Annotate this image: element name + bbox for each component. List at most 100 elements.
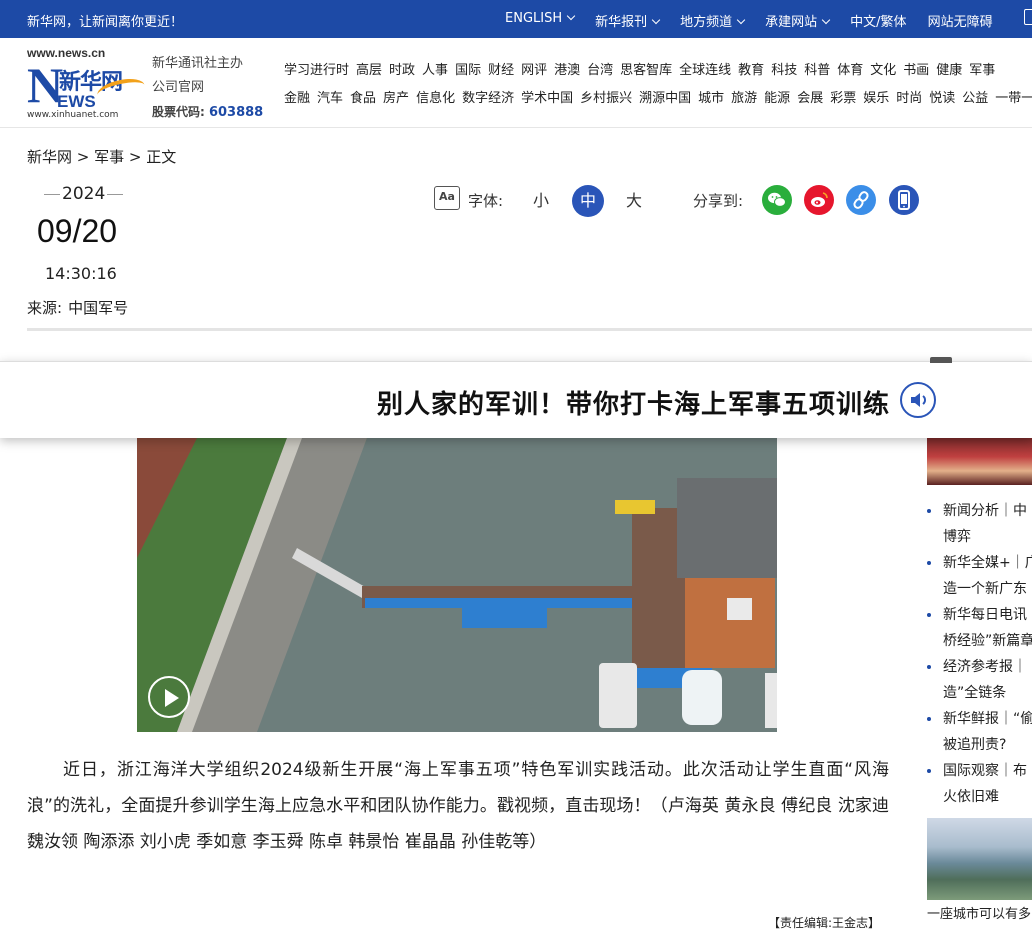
- right-sidebar: 新闻分析｜中 博弈 新华全媒+｜广 造一个新广东 新华每日电讯 桥经验”新篇章 经济参考报｜…: [927, 438, 1032, 947]
- channel-link[interactable]: 一带一: [995, 91, 1032, 106]
- sidebar-thumbnail-caption[interactable]: 一座城市可以有多: [927, 903, 1031, 922]
- channel-link[interactable]: 全球连线: [679, 63, 731, 78]
- sidebar-news-item[interactable]: 国际观察｜布 火依旧难: [927, 758, 1032, 810]
- share-label: 分享到:: [693, 192, 744, 210]
- channel-link[interactable]: 乡村振兴: [580, 91, 632, 106]
- breadcrumb: 新华网 > 军事 > 正文: [27, 146, 176, 167]
- channel-link[interactable]: 港澳: [554, 63, 580, 78]
- video-player[interactable]: [137, 438, 777, 732]
- sidebar-news-line2: 造”全链条: [943, 685, 1007, 701]
- channel-link[interactable]: 房产: [383, 91, 409, 106]
- xinhua-logo[interactable]: www.news.cn N 新华网 EWS www.xinhuanet.com: [27, 46, 147, 122]
- sidebar-news-line1: 新华全媒+｜广: [943, 555, 1032, 571]
- channel-link[interactable]: 教育: [738, 63, 764, 78]
- publish-date: 09/20: [37, 213, 118, 249]
- site-slogan: 新华网，让新闻离你更近！: [27, 15, 184, 30]
- sidebar-news-line2: 桥经验”新篇章: [943, 633, 1032, 649]
- channel-link[interactable]: 军事: [969, 63, 995, 78]
- link-icon[interactable]: [846, 185, 876, 215]
- sticky-tab: [930, 357, 952, 363]
- channel-link[interactable]: 国际: [455, 63, 481, 78]
- sidebar-news-item[interactable]: 新华每日电讯 桥经验”新篇章: [927, 602, 1032, 654]
- org-line1: 新华通讯社主办: [152, 56, 244, 71]
- stock-label: 股票代码:: [152, 105, 205, 119]
- play-button[interactable]: [148, 676, 190, 718]
- top-link-newspapers[interactable]: 新华报刊: [595, 11, 661, 30]
- responsible-editor: 【责任编辑:王金志】: [768, 916, 881, 930]
- font-large-button[interactable]: 大: [618, 185, 650, 217]
- channel-link[interactable]: 财经: [488, 63, 514, 78]
- org-line2: 公司官网: [152, 80, 205, 95]
- breadcrumb-home[interactable]: 新华网: [27, 148, 72, 166]
- sidebar-news-item[interactable]: 经济参考报｜ 造”全链条: [927, 654, 1032, 706]
- channel-link[interactable]: 网评: [521, 63, 547, 78]
- channel-link[interactable]: 能源: [764, 91, 790, 106]
- top-link-accessibility[interactable]: 网站无障碍: [928, 11, 993, 30]
- site-header: www.news.cn N 新华网 EWS www.xinhuanet.com …: [0, 38, 1032, 128]
- breadcrumb-section[interactable]: 军事: [94, 148, 124, 166]
- channel-link[interactable]: 时尚: [896, 91, 922, 106]
- sticky-headline-bar: 别人家的军训！带你打卡海上军事五项训练: [0, 357, 1032, 438]
- channel-link[interactable]: 彩票: [830, 91, 856, 106]
- channel-link[interactable]: 食品: [350, 91, 376, 106]
- channel-link[interactable]: 高层: [356, 63, 382, 78]
- font-small-button[interactable]: 小: [525, 185, 557, 217]
- source-label: 来源:: [27, 299, 63, 317]
- sidebar-thumbnail[interactable]: [927, 438, 1032, 485]
- channel-link[interactable]: 溯源中国: [639, 91, 691, 106]
- top-link-local-label: 地方频道: [680, 15, 733, 30]
- channel-link[interactable]: 人事: [422, 63, 448, 78]
- channel-link[interactable]: 学术中国: [521, 91, 573, 106]
- breadcrumb-separator: >: [72, 148, 95, 166]
- channel-link[interactable]: 信息化: [416, 91, 455, 106]
- channel-link[interactable]: 台湾: [587, 63, 613, 78]
- publish-year-text: 2024: [62, 184, 106, 204]
- channel-link[interactable]: 悦读: [929, 91, 955, 106]
- sidebar-news-item[interactable]: 新华全媒+｜广 造一个新广东: [927, 550, 1032, 602]
- channel-link[interactable]: 学习进行时: [284, 63, 349, 78]
- channel-link[interactable]: 时政: [389, 63, 415, 78]
- channel-link[interactable]: 汽车: [317, 91, 343, 106]
- top-link-built-sites[interactable]: 承建网站: [765, 11, 831, 30]
- breadcrumb-current: 正文: [146, 148, 177, 166]
- article-body: 近日，浙江海洋大学组织2024级新生开展“海上军事五项”特色军训实践活动。此次活…: [27, 760, 889, 852]
- font-medium-button[interactable]: 中: [572, 185, 604, 217]
- channel-link[interactable]: 城市: [698, 91, 724, 106]
- top-link-english[interactable]: ENGLISH: [505, 11, 576, 30]
- weibo-icon[interactable]: [804, 185, 834, 215]
- channel-link[interactable]: 科技: [771, 63, 797, 78]
- sidebar-thumbnail-city[interactable]: [927, 818, 1032, 900]
- sidebar-news-item[interactable]: 新闻分析｜中 博弈: [927, 498, 1032, 550]
- top-link-language[interactable]: 中文/繁体: [850, 11, 906, 30]
- logo-url-bottom: www.xinhuanet.com: [27, 110, 119, 120]
- app-icon[interactable]: [1024, 9, 1032, 25]
- article-source: 来源: 中国军号: [27, 297, 134, 318]
- speaker-icon[interactable]: [900, 382, 936, 418]
- channel-link[interactable]: 健康: [936, 63, 962, 78]
- channel-link[interactable]: 娱乐: [863, 91, 889, 106]
- font-size-icon: Aa: [434, 186, 460, 210]
- channel-link[interactable]: 金融: [284, 91, 310, 106]
- stock-code[interactable]: 603888: [209, 105, 263, 120]
- chevron-down-icon: [736, 15, 746, 25]
- top-link-local-channels[interactable]: 地方频道: [680, 11, 746, 30]
- sidebar-news-line1: 新华每日电讯: [943, 607, 1027, 623]
- mobile-icon[interactable]: [889, 185, 919, 215]
- breadcrumb-separator: >: [124, 148, 147, 166]
- channel-link[interactable]: 数字经济: [462, 91, 514, 106]
- channel-link[interactable]: 文化: [870, 63, 896, 78]
- channel-nav-row2: 金融 汽车 食品 房产 信息化 数字经济 学术中国 乡村振兴 溯源中国 城市 旅游 能源 会展 彩票 娱乐时…: [284, 90, 1032, 118]
- channel-link[interactable]: 旅游: [731, 91, 757, 106]
- channel-link[interactable]: 书画: [903, 63, 929, 78]
- channel-link[interactable]: 科普: [804, 63, 830, 78]
- channel-link[interactable]: 体育: [837, 63, 863, 78]
- sidebar-news-item[interactable]: 新华鲜报｜“偷 被追刑责?: [927, 706, 1032, 758]
- channel-link[interactable]: 思客智库: [620, 63, 672, 78]
- sidebar-news-line2: 博弈: [943, 529, 971, 545]
- chevron-down-icon: [651, 15, 661, 25]
- video-frame: [137, 438, 777, 732]
- logo-ews: EWS: [57, 92, 96, 111]
- channel-link[interactable]: 会展: [797, 91, 823, 106]
- wechat-icon[interactable]: [762, 185, 792, 215]
- channel-link[interactable]: 公益: [962, 91, 988, 106]
